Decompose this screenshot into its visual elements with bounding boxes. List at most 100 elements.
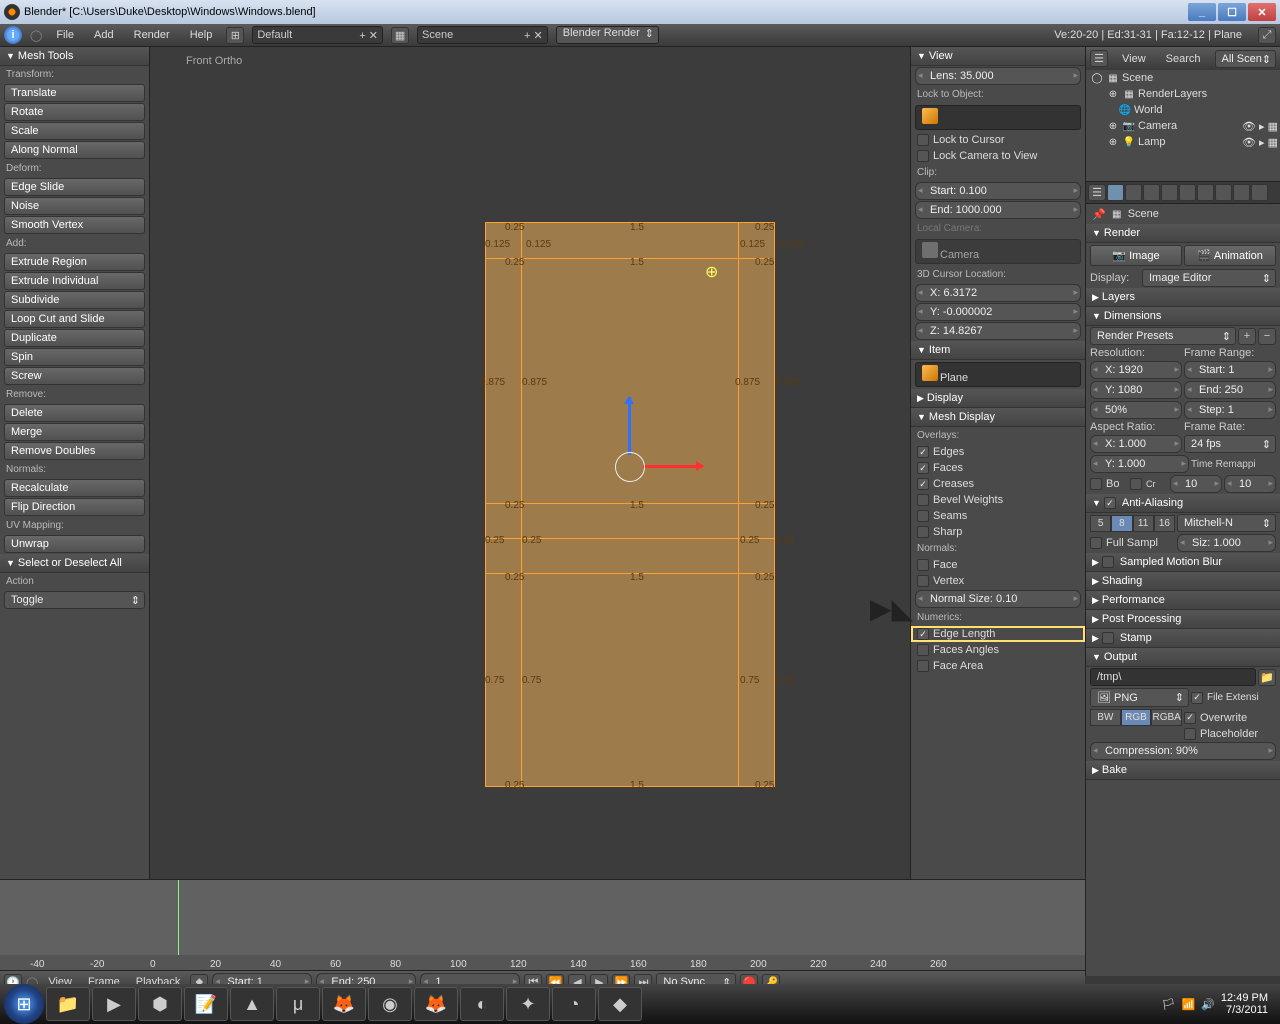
menu-help[interactable]: Help <box>184 29 219 41</box>
outliner-view[interactable]: View <box>1116 53 1152 65</box>
tray-volume-icon[interactable]: 🔊 <box>1201 998 1215 1011</box>
fps-dropdown[interactable]: 24 fps <box>1184 435 1276 453</box>
extrude-individual-button[interactable]: Extrude Individual <box>4 272 145 290</box>
tree-camera[interactable]: ⊕📷Camera👁 ▸ ▦ <box>1086 118 1280 134</box>
remove-doubles-button[interactable]: Remove Doubles <box>4 442 145 460</box>
file-ext-checkbox[interactable]: File Extensi <box>1191 692 1276 704</box>
res-x-field[interactable]: X: 1920 <box>1090 361 1182 379</box>
render-animation-button[interactable]: 🎬 Animation <box>1184 245 1276 266</box>
timeline-track[interactable] <box>0 880 1085 955</box>
spin-button[interactable]: Spin <box>4 348 145 366</box>
format-dropdown[interactable]: 🖼 PNG <box>1090 688 1189 707</box>
item-name-field[interactable]: Plane <box>915 362 1081 387</box>
menu-render[interactable]: Render <box>128 29 176 41</box>
view-panel-header[interactable]: View <box>911 47 1085 66</box>
lock-camera-checkbox[interactable]: Lock Camera to View <box>911 148 1085 164</box>
info-editor-icon[interactable]: i <box>4 26 22 44</box>
sharp-checkbox[interactable]: Sharp <box>911 524 1085 540</box>
aa-size-field[interactable]: Siz: 1.000 <box>1177 534 1276 552</box>
texture-tab[interactable] <box>1251 184 1268 201</box>
face-area-checkbox[interactable]: Face Area <box>911 658 1085 674</box>
compression-field[interactable]: Compression: 90% <box>1090 742 1276 760</box>
clip-end-field[interactable]: End: 1000.000 <box>915 201 1081 219</box>
aa-11-button[interactable]: 11 <box>1133 515 1154 532</box>
frame-end-field[interactable]: End: 250 <box>1184 381 1276 399</box>
browse-folder-icon[interactable]: 📁 <box>1258 669 1276 686</box>
unwrap-button[interactable]: Unwrap <box>4 535 145 553</box>
app2-task-icon[interactable]: ◐ <box>460 987 504 1021</box>
explorer-task-icon[interactable]: 📁 <box>46 987 90 1021</box>
data-tab[interactable] <box>1215 184 1232 201</box>
noise-button[interactable]: Noise <box>4 197 145 215</box>
placeholder-checkbox[interactable]: Placeholder <box>1184 728 1276 740</box>
item-panel-header[interactable]: Item <box>911 341 1085 360</box>
render-presets-dropdown[interactable]: Render Presets <box>1090 327 1236 345</box>
action-dropdown[interactable]: Toggle <box>4 591 145 609</box>
extrude-region-button[interactable]: Extrude Region <box>4 253 145 271</box>
app4-task-icon[interactable]: ◆ <box>598 987 642 1021</box>
tray-network-icon[interactable]: 📶 <box>1182 998 1196 1011</box>
loop-cut-button[interactable]: Loop Cut and Slide <box>4 310 145 328</box>
scene-tab[interactable] <box>1125 184 1142 201</box>
cursor-z-field[interactable]: Z: 14.8267 <box>915 322 1081 340</box>
edge-slide-button[interactable]: Edge Slide <box>4 178 145 196</box>
outliner-filter[interactable]: All Scen <box>1215 50 1276 68</box>
subdivide-button[interactable]: Subdivide <box>4 291 145 309</box>
preset-add-icon[interactable]: + <box>1238 328 1256 345</box>
edges-checkbox[interactable]: Edges <box>911 444 1085 460</box>
vertex-normals-checkbox[interactable]: Vertex <box>911 573 1085 589</box>
render-tab[interactable] <box>1107 184 1124 201</box>
system-tray[interactable]: 🏳 📶 🔊 12:49 PM 7/3/2011 <box>1162 992 1276 1016</box>
lock-object-field[interactable] <box>915 105 1081 130</box>
z-axis-arrow[interactable] <box>628 397 631 455</box>
aspect-x-field[interactable]: X: 1.000 <box>1090 435 1182 453</box>
menu-file[interactable]: File <box>50 29 80 41</box>
aa-8-button[interactable]: 8 <box>1111 515 1132 532</box>
object-tab[interactable] <box>1161 184 1178 201</box>
res-y-field[interactable]: Y: 1080 <box>1090 381 1182 399</box>
old-map-field[interactable]: 10 <box>1170 475 1222 493</box>
delete-button[interactable]: Delete <box>4 404 145 422</box>
merge-button[interactable]: Merge <box>4 423 145 441</box>
performance-panel-header[interactable]: Performance <box>1086 591 1280 610</box>
smooth-vertex-button[interactable]: Smooth Vertex <box>4 216 145 234</box>
timeline-cursor[interactable] <box>178 880 179 955</box>
aa-16-button[interactable]: 16 <box>1154 515 1175 532</box>
cursor-y-field[interactable]: Y: -0.000002 <box>915 303 1081 321</box>
screen-browse-icon[interactable]: ⊞ <box>226 27 244 44</box>
faces-checkbox[interactable]: Faces <box>911 460 1085 476</box>
cursor-x-field[interactable]: X: 6.3172 <box>915 284 1081 302</box>
preset-remove-icon[interactable]: − <box>1258 328 1276 345</box>
app3-task-icon[interactable]: ✦ <box>506 987 550 1021</box>
border-checkbox[interactable]: Bo <box>1090 478 1128 490</box>
edge-length-checkbox[interactable]: Edge Length <box>911 626 1085 642</box>
rgb-button[interactable]: RGB <box>1121 709 1152 726</box>
res-pct-field[interactable]: 50% <box>1090 401 1182 419</box>
flip-direction-button[interactable]: Flip Direction <box>4 498 145 516</box>
aspect-y-field[interactable]: Y: 1.000 <box>1090 455 1189 473</box>
screw-button[interactable]: Screw <box>4 367 145 385</box>
operator-panel-header[interactable]: Select or Deselect All <box>0 554 149 573</box>
crop-checkbox[interactable]: Cr <box>1130 478 1168 490</box>
firefox-task-icon[interactable]: 🦊 <box>414 987 458 1021</box>
mesh-plane[interactable] <box>485 222 775 787</box>
gizmo-origin[interactable] <box>615 452 645 482</box>
window-minimize-button[interactable]: _ <box>1188 3 1216 21</box>
recalculate-button[interactable]: Recalculate <box>4 479 145 497</box>
outliner-search[interactable]: Search <box>1160 53 1207 65</box>
face-angles-checkbox[interactable]: Faces Angles <box>911 642 1085 658</box>
creases-checkbox[interactable]: Creases <box>911 476 1085 492</box>
bevel-checkbox[interactable]: Bevel Weights <box>911 492 1085 508</box>
mesh-tools-header[interactable]: Mesh Tools <box>0 47 149 66</box>
scene-browse-icon[interactable]: ▦ <box>391 27 409 44</box>
duplicate-button[interactable]: Duplicate <box>4 329 145 347</box>
scale-button[interactable]: Scale <box>4 122 145 140</box>
app-task-icon[interactable]: ⬢ <box>138 987 182 1021</box>
render-engine-dropdown[interactable]: Blender Render <box>556 26 659 44</box>
tray-flag-icon[interactable]: 🏳 <box>1162 998 1176 1011</box>
shading-panel-header[interactable]: Shading <box>1086 572 1280 591</box>
rgba-button[interactable]: RGBA <box>1151 709 1182 726</box>
rotate-button[interactable]: Rotate <box>4 103 145 121</box>
lock-cursor-checkbox[interactable]: Lock to Cursor <box>911 132 1085 148</box>
window-maximize-button[interactable]: ☐ <box>1218 3 1246 21</box>
